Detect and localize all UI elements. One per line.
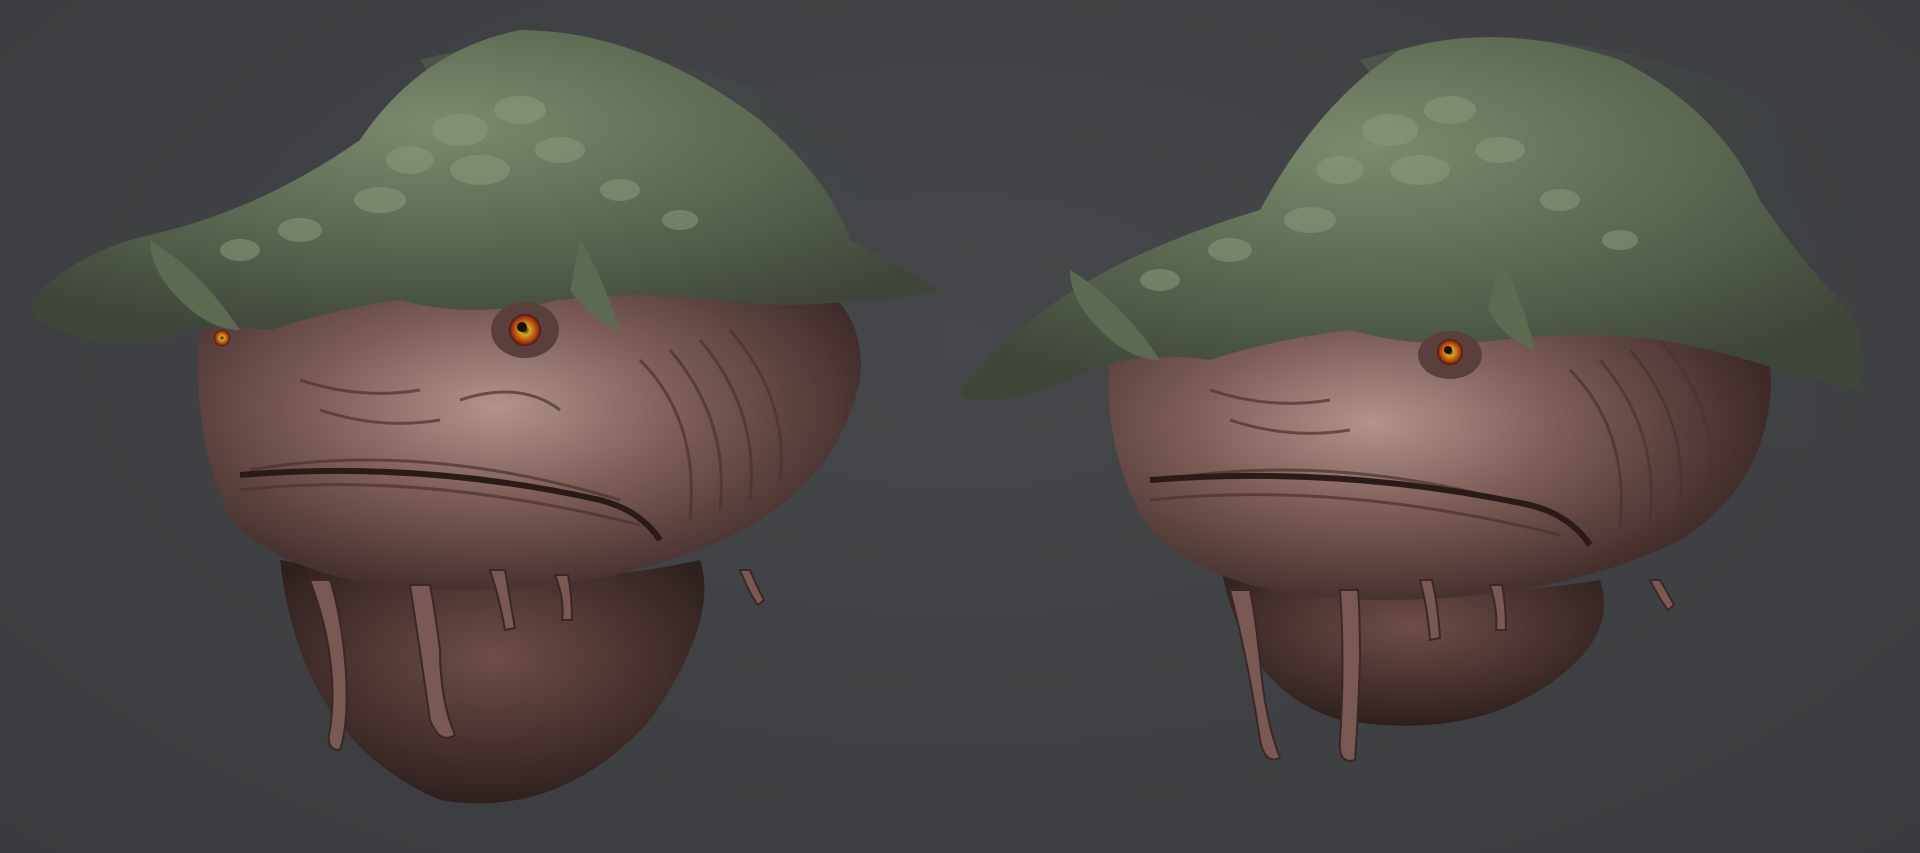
pupil-left	[517, 322, 527, 332]
pupil-right	[1444, 346, 1452, 354]
side-eye-left	[214, 330, 230, 346]
creature-head-left-illustration	[30, 30, 960, 804]
head-shell-left	[30, 30, 940, 344]
viewport-canvas	[0, 0, 1920, 853]
creature-render-right	[960, 0, 1920, 853]
creature-render-left	[0, 0, 960, 853]
creature-head-right-illustration	[960, 37, 1920, 762]
